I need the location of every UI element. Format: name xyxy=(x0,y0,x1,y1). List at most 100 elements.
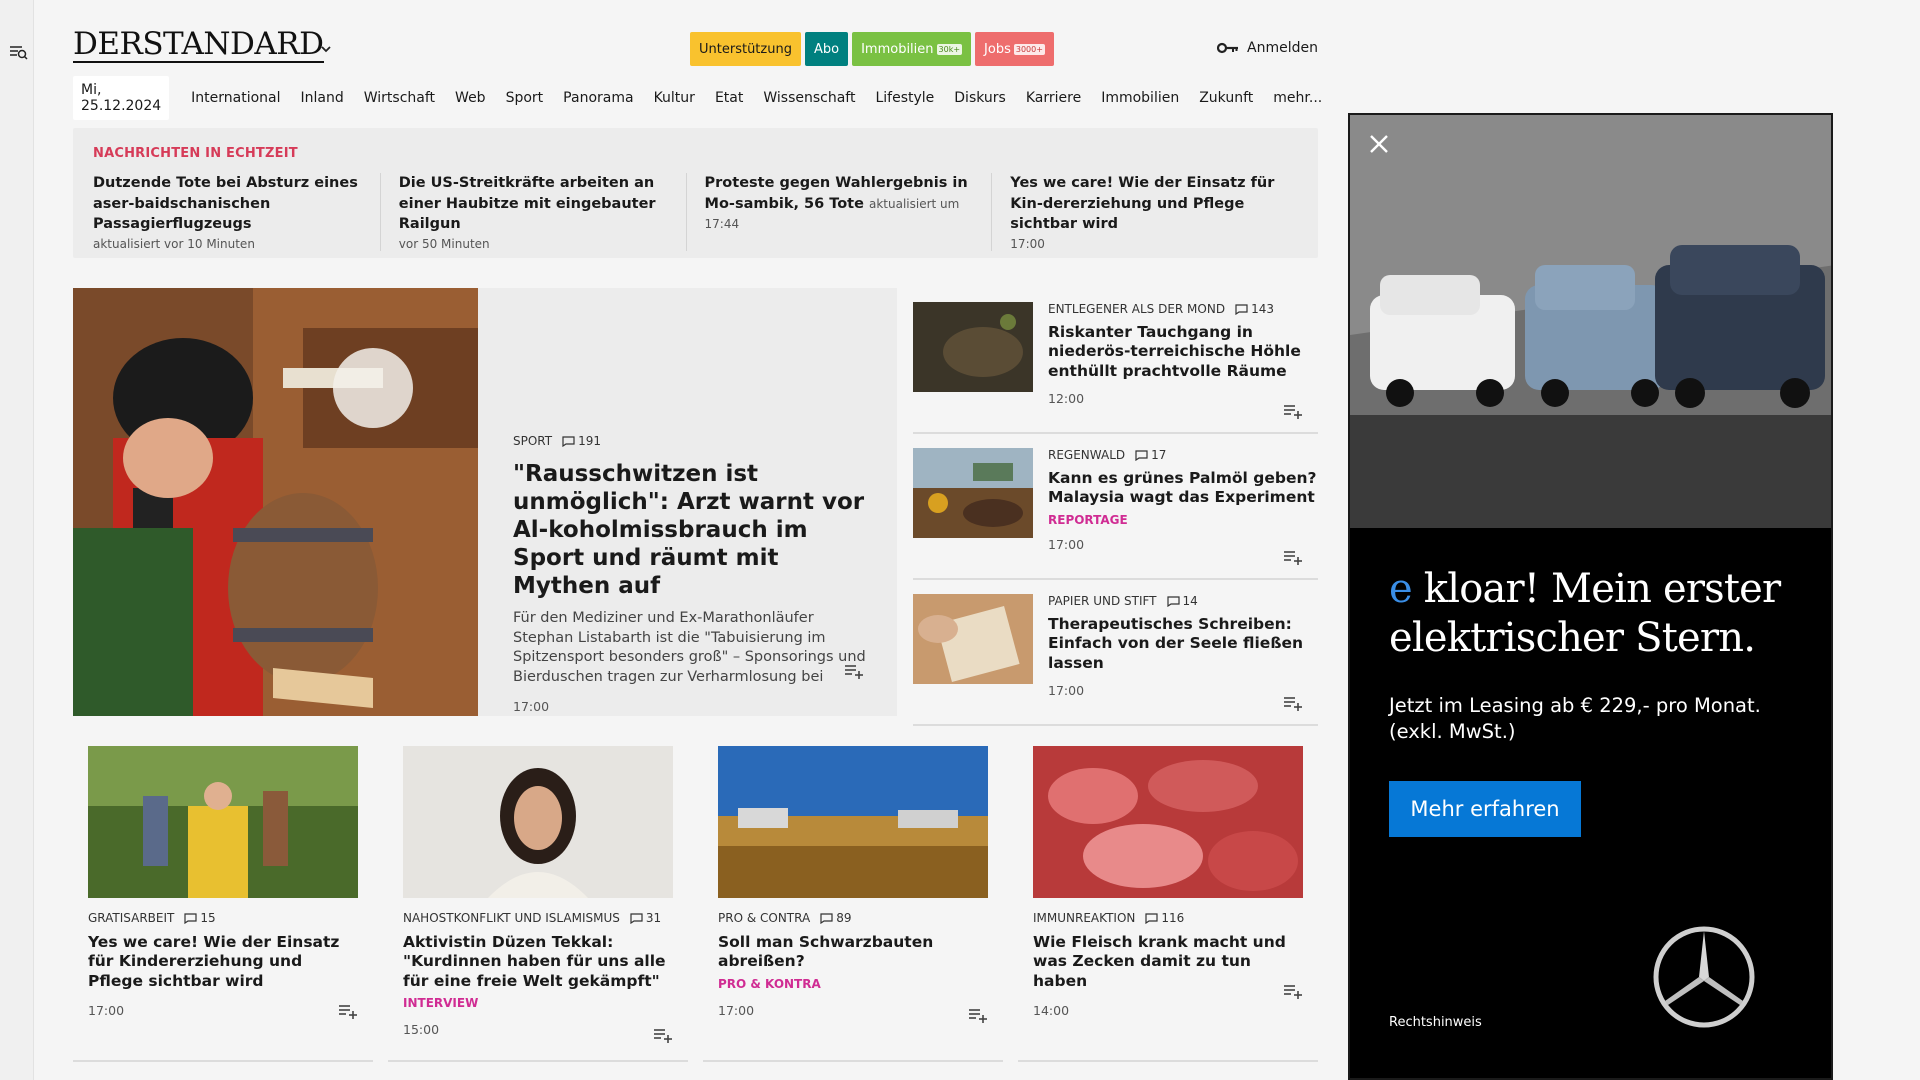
comment-icon xyxy=(820,912,833,924)
article-card[interactable]: NAHOSTKONFLIKT UND ISLAMISMUS 31 Aktivis… xyxy=(388,746,688,1062)
mercedes-star-icon xyxy=(1653,926,1755,1028)
hero-headline: "Rausschwitzen ist unmöglich": Arzt warn… xyxy=(513,461,865,600)
live-news-item[interactable]: Proteste gegen Wahlergebnis in Mo-sambik… xyxy=(705,173,993,251)
live-news-time: 17:00 xyxy=(1010,236,1045,251)
comment-count[interactable]: 31 xyxy=(630,911,661,925)
nav-item-inland[interactable]: Inland xyxy=(301,90,344,106)
nav-item-wirtschaft[interactable]: Wirtschaft xyxy=(364,90,435,106)
jobs-button[interactable]: Jobs 3000+ xyxy=(975,32,1054,66)
live-news-item[interactable]: Die US-Streitkräfte arbeiten an einer Ha… xyxy=(399,173,687,251)
article-kicker: GRATISARBEIT 15 xyxy=(88,911,358,925)
nav-item-more[interactable]: mehr... xyxy=(1273,90,1322,106)
comment-count[interactable]: 17 xyxy=(1135,448,1166,462)
nav-item-web[interactable]: Web xyxy=(455,90,486,106)
side-article[interactable]: ENTLEGENER ALS DER MOND 143 Riskanter Ta… xyxy=(913,288,1318,434)
side-article[interactable]: PAPIER UND STIFT 14 Therapeutisches Schr… xyxy=(913,580,1318,726)
comment-icon xyxy=(562,435,575,447)
side-articles: ENTLEGENER ALS DER MOND 143 Riskanter Ta… xyxy=(913,288,1318,726)
nav-item-diskurs[interactable]: Diskurs xyxy=(954,90,1006,106)
article-headline: Wie Fleisch krank macht und was Zecken d… xyxy=(1033,933,1286,990)
comment-count-value: 15 xyxy=(200,911,216,925)
live-news-title: NACHRICHTEN IN ECHTZEIT xyxy=(93,146,298,161)
login-label: Anmelden xyxy=(1247,40,1318,56)
comment-count[interactable]: 15 xyxy=(184,911,216,925)
add-to-list-icon[interactable] xyxy=(968,1006,988,1024)
nav-item-etat[interactable]: Etat xyxy=(715,90,743,106)
header-buttons: Unterstützung Abo Immobilien 30k+ Jobs 300… xyxy=(690,32,1054,66)
article-image xyxy=(88,746,358,898)
chevron-down-icon[interactable] xyxy=(319,42,333,56)
close-icon[interactable] xyxy=(1368,133,1390,155)
article-kicker: IMMUNREAKTION 116 xyxy=(1033,911,1303,925)
nav-item-karriere[interactable]: Karriere xyxy=(1026,90,1081,106)
abo-button[interactable]: Abo xyxy=(804,32,849,66)
article-time: 17:00 xyxy=(1048,683,1085,699)
main-nav: Mi, 25.12.2024 International Inland Wirt… xyxy=(73,76,1332,120)
comment-icon xyxy=(1166,595,1180,607)
add-to-list-icon[interactable] xyxy=(653,1026,673,1044)
article-card[interactable]: IMMUNREAKTION 116 Wie Fleisch krank mach… xyxy=(1018,746,1318,1062)
comment-icon xyxy=(630,912,643,924)
ad-subline: Jetzt im Leasing ab € 229,- pro Monat. (… xyxy=(1389,694,1761,744)
nav-item-sport[interactable]: Sport xyxy=(506,90,544,106)
article-card[interactable]: GRATISARBEIT 15 Yes we care! Wie der Ein… xyxy=(73,746,373,1062)
live-news-list: Dutzende Tote bei Absturz eines aser-bai… xyxy=(93,173,1298,251)
add-to-list-icon[interactable] xyxy=(338,1002,358,1020)
search-menu-icon[interactable] xyxy=(9,43,29,63)
side-article-text: PAPIER UND STIFT 14 Therapeutisches Schr… xyxy=(1048,594,1318,698)
article-tag: INTERVIEW xyxy=(403,996,479,1011)
live-news-time: vor 50 Minuten xyxy=(398,236,490,251)
article-kicker: PRO & CONTRA 89 xyxy=(718,911,988,925)
article-thumbnail xyxy=(913,302,1033,392)
immobilien-button[interactable]: Immobilien 30k+ xyxy=(852,32,972,66)
kicker-label: PAPIER UND STIFT xyxy=(1048,594,1157,608)
article-headline: Aktivistin Düzen Tekkal: "Kurdinnen habe… xyxy=(403,933,666,990)
nav-item-international[interactable]: International xyxy=(191,90,280,106)
add-to-list-icon[interactable] xyxy=(1283,402,1303,420)
jobs-label: Jobs xyxy=(984,41,1011,57)
add-to-list-icon[interactable] xyxy=(1283,548,1303,566)
live-news-time: aktualisiert vor 10 Minuten xyxy=(93,236,255,251)
article-tag: REPORTAGE xyxy=(1048,512,1128,527)
side-article[interactable]: REGENWALD 17 Kann es grünes Palmöl geben… xyxy=(913,434,1318,580)
add-to-list-icon[interactable] xyxy=(1283,694,1303,712)
comment-count[interactable]: 191 xyxy=(562,434,601,448)
nav-item-immobilien[interactable]: Immobilien xyxy=(1101,90,1179,106)
hero-article[interactable]: SPORT 191 "Rausschwitzen ist unmöglich":… xyxy=(73,288,897,716)
article-time: 17:00 xyxy=(88,1003,125,1019)
nav-item-zukunft[interactable]: Zukunft xyxy=(1199,90,1253,106)
site-logo[interactable]: DERSTANDARD xyxy=(73,29,324,63)
ad-legal-link[interactable]: Rechtshinweis xyxy=(1389,1015,1482,1030)
live-news-box: NACHRICHTEN IN ECHTZEIT Dutzende Tote be… xyxy=(73,128,1318,258)
add-to-list-icon[interactable] xyxy=(1283,982,1303,1000)
article-card[interactable]: PRO & CONTRA 89 Soll man Schwarzbauten a… xyxy=(703,746,1003,1062)
hero-image xyxy=(73,288,478,716)
article-image xyxy=(718,746,988,898)
kicker-label: SPORT xyxy=(513,434,553,448)
live-news-headline: Dutzende Tote bei Absturz eines aser-bai… xyxy=(93,175,358,233)
comment-count[interactable]: 143 xyxy=(1235,302,1274,316)
add-to-list-icon[interactable] xyxy=(844,662,864,680)
left-sidebar xyxy=(0,0,34,1080)
comment-count[interactable]: 89 xyxy=(820,911,851,925)
advertisement[interactable]: e kloar! Mein erster elektrischer Stern.… xyxy=(1348,113,1833,1080)
live-news-item[interactable]: Yes we care! Wie der Einsatz für Kin-der… xyxy=(1010,173,1298,251)
comment-count[interactable]: 116 xyxy=(1145,911,1184,925)
key-icon xyxy=(1217,42,1239,54)
kicker-label: ENTLEGENER ALS DER MOND xyxy=(1048,302,1226,316)
ad-cta-button[interactable]: Mehr erfahren xyxy=(1389,781,1581,837)
nav-item-wissenschaft[interactable]: Wissenschaft xyxy=(763,90,855,106)
ad-headline-text: kloar! Mein erster elektrischer Stern. xyxy=(1389,566,1781,661)
nav-item-lifestyle[interactable]: Lifestyle xyxy=(875,90,934,106)
nav-item-panorama[interactable]: Panorama xyxy=(563,90,633,106)
article-time: 14:00 xyxy=(1033,1003,1070,1019)
ad-image xyxy=(1350,115,1831,528)
comment-count[interactable]: 14 xyxy=(1166,594,1198,608)
login-button[interactable]: Anmelden xyxy=(1217,40,1318,56)
abo-label: Abo xyxy=(813,41,840,57)
support-button[interactable]: Unterstützung xyxy=(690,32,801,66)
live-news-item[interactable]: Dutzende Tote bei Absturz eines aser-bai… xyxy=(93,173,381,251)
current-date: Mi, 25.12.2024 xyxy=(73,76,170,120)
nav-item-kultur[interactable]: Kultur xyxy=(654,90,695,106)
kicker-label: NAHOSTKONFLIKT UND ISLAMISMUS xyxy=(403,911,620,925)
